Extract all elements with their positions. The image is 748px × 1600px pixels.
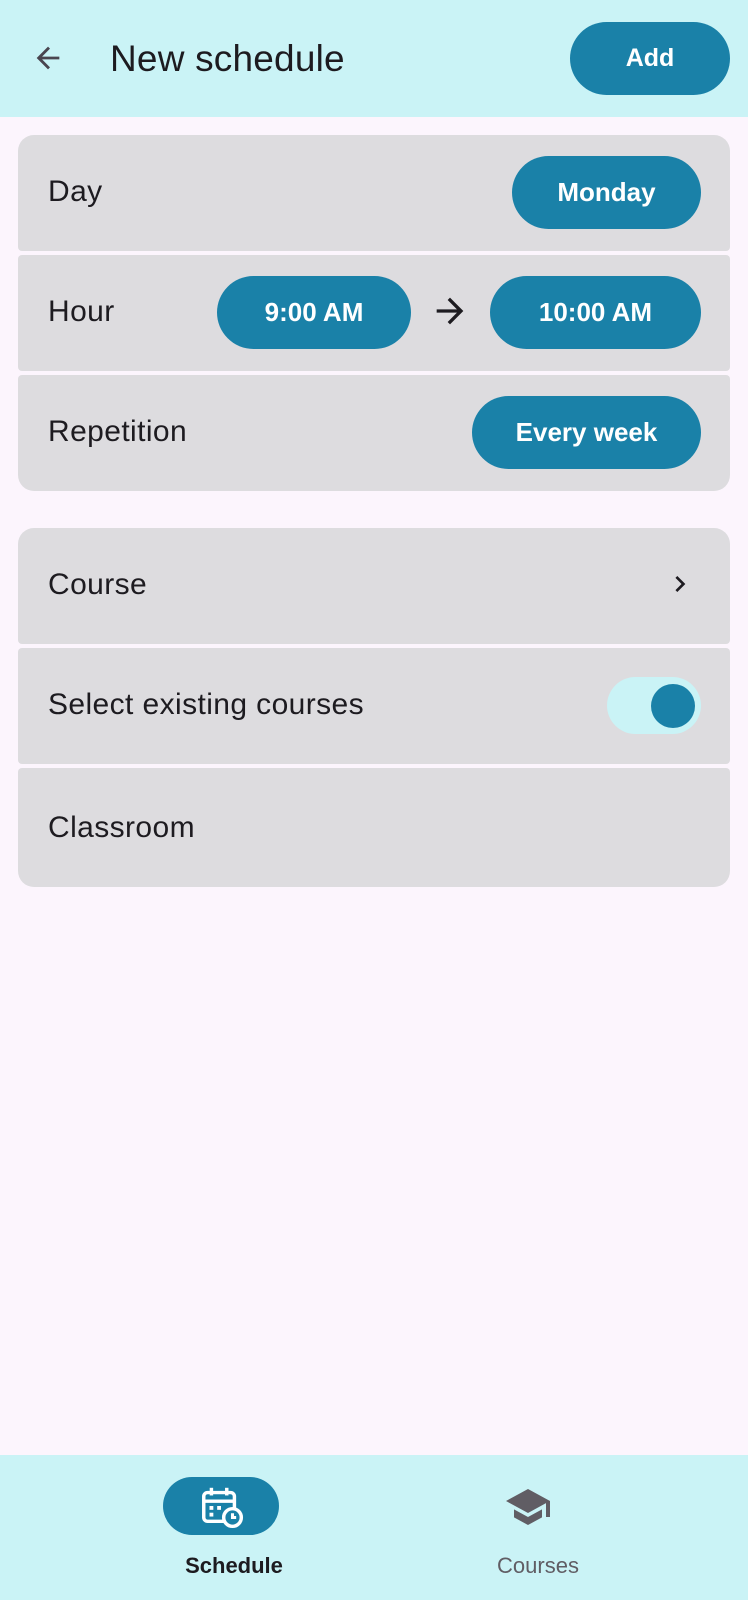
repetition-select-button[interactable]: Every week	[472, 396, 701, 469]
day-label: Day	[48, 175, 103, 208]
hour-row: Hour 9:00 AM 10:00 AM	[18, 255, 730, 371]
select-existing-courses-row: Select existing courses	[18, 648, 730, 764]
bottom-navigation: Schedule Courses	[0, 1455, 748, 1600]
end-time-button[interactable]: 10:00 AM	[490, 276, 701, 349]
nav-active-indicator	[163, 1477, 279, 1535]
course-label: Course	[48, 568, 148, 601]
course-row[interactable]: Course	[18, 528, 730, 644]
nav-item-courses[interactable]: Courses	[374, 1455, 748, 1600]
repetition-label: Repetition	[48, 415, 188, 448]
top-app-bar: New schedule Add	[0, 0, 748, 117]
page-title: New schedule	[110, 38, 345, 79]
graduation-cap-icon	[506, 1489, 550, 1525]
select-existing-courses-label: Select existing courses	[48, 688, 365, 721]
classroom-row[interactable]: Classroom	[18, 768, 730, 887]
add-button[interactable]: Add	[570, 22, 730, 95]
back-button[interactable]	[26, 36, 70, 80]
toggle-knob	[651, 684, 695, 728]
arrow-back-icon	[36, 46, 60, 70]
day-select-button[interactable]: Monday	[512, 156, 701, 229]
repetition-row: Repetition Every week	[18, 375, 730, 491]
nav-item-schedule[interactable]: Schedule	[0, 1455, 374, 1600]
start-time-button[interactable]: 9:00 AM	[217, 276, 411, 349]
calendar-clock-icon	[202, 1487, 244, 1529]
classroom-label: Classroom	[48, 811, 195, 844]
chevron-right-icon	[675, 576, 686, 592]
day-row: Day Monday	[18, 135, 730, 251]
select-existing-courses-toggle[interactable]	[607, 677, 701, 734]
courses-icon-wrap	[503, 1485, 553, 1529]
arrow-right-icon	[436, 297, 464, 325]
nav-label-courses: Courses	[497, 1553, 579, 1578]
hour-label: Hour	[48, 295, 115, 328]
